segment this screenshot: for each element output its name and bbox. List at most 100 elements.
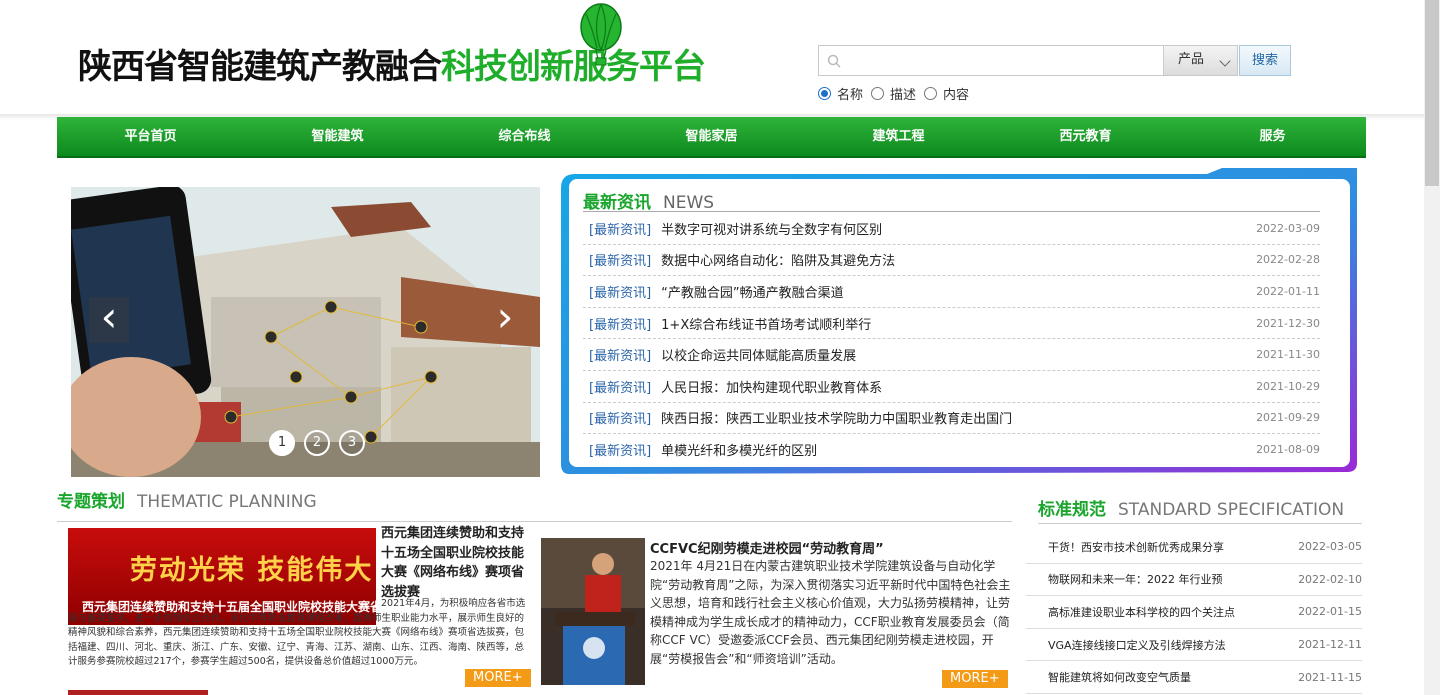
news-date: 2021-12-30 xyxy=(1256,316,1320,330)
news-title[interactable]: 陕西日报：陕西工业职业技术学院助力中国职业教育走出国门 xyxy=(661,408,1256,427)
news-tag[interactable]: [最新资讯] xyxy=(589,408,651,427)
list-item[interactable]: [最新资讯] “产教融合园”畅通产教融合渠道 2022-01-11 xyxy=(583,276,1320,308)
news-title[interactable]: “产教融合园”畅通产教融合渠道 xyxy=(661,282,1256,301)
list-item[interactable]: 物联网和未来一年：2022 年行业预 2022-02-10 xyxy=(1026,564,1362,597)
radio-content-label: 内容 xyxy=(943,88,970,103)
news-list: [最新资讯] 半数字可视对讲系统与全数字有何区别 2022-03-09 [最新资讯]… xyxy=(583,213,1320,466)
standard-item-title[interactable]: 高标准建设职业本科学校的四个关注点 xyxy=(1048,604,1298,620)
radio-description-indicator[interactable] xyxy=(871,87,885,100)
news-tag[interactable]: [最新资讯] xyxy=(589,250,651,269)
article2-image[interactable] xyxy=(541,538,645,685)
standard-item-date: 2021-11-15 xyxy=(1298,670,1362,684)
slide-dot-2[interactable]: 2 xyxy=(304,430,330,456)
news-title[interactable]: 半数字可视对讲系统与全数字有何区别 xyxy=(661,219,1256,238)
search-category-value: 产品 xyxy=(1178,52,1205,67)
list-item[interactable]: VGA连接线接口定义及引线焊接方法 2021-12-11 xyxy=(1026,629,1362,662)
radio-description[interactable]: 描述 xyxy=(871,84,916,103)
nav-item-cabling[interactable]: 综合布线 xyxy=(431,117,618,156)
list-item[interactable]: 高标准建设职业本科学校的四个关注点 2022-01-15 xyxy=(1026,596,1362,629)
list-item[interactable]: 智能建筑将如何改变空气质量 2021-11-15 xyxy=(1026,661,1362,694)
radio-name[interactable]: 名称 xyxy=(818,84,863,103)
news-date: 2022-01-11 xyxy=(1256,284,1320,298)
lecture-photo xyxy=(541,538,645,685)
standard-item-title[interactable]: 物联网和未来一年：2022 年行业预 xyxy=(1048,571,1298,587)
slide-next-button[interactable]: › xyxy=(485,296,525,343)
nav-item-smart-building[interactable]: 智能建筑 xyxy=(244,117,431,156)
standard-divider xyxy=(1038,523,1362,524)
radio-description-label: 描述 xyxy=(890,88,917,103)
search-category-select[interactable]: 产品 xyxy=(1163,46,1237,75)
image-slideshow[interactable]: ‹ › 1 2 3 xyxy=(71,187,540,477)
standard-item-date: 2022-01-15 xyxy=(1298,605,1362,619)
news-tag[interactable]: [最新资讯] xyxy=(589,377,651,396)
article1-more-button[interactable]: MORE+ xyxy=(465,669,531,687)
standard-item-title[interactable]: 智能建筑将如何改变空气质量 xyxy=(1048,669,1298,685)
thematic-divider xyxy=(57,521,1012,522)
page: 陕西省智能建筑产教融合 科技创新服务平台 产品 搜索 名称 描述 内容 平台首页… xyxy=(0,0,1440,695)
balloon-logo-icon xyxy=(580,3,622,66)
news-date: 2022-02-28 xyxy=(1256,253,1320,267)
list-item[interactable]: 干货！西安市技术创新优秀成果分享 2022-03-05 xyxy=(1026,531,1362,564)
radio-content[interactable]: 内容 xyxy=(924,84,969,103)
news-date: 2022-03-09 xyxy=(1256,221,1320,235)
list-item[interactable]: [最新资讯] 单模光纤和多模光纤的区别 2021-08-09 xyxy=(583,434,1320,466)
article2-title[interactable]: CCFVC纪刚劳模走进校园“劳动教育周” xyxy=(650,538,884,557)
news-title[interactable]: 1+X综合布线证书首场考试顺利举行 xyxy=(661,314,1256,333)
nav-item-xiyuan-education[interactable]: 西元教育 xyxy=(992,117,1179,156)
radio-name-indicator[interactable] xyxy=(818,87,831,100)
news-title[interactable]: 以校企命运共同体赋能高质量发展 xyxy=(661,345,1256,364)
standard-item-title[interactable]: VGA连接线接口定义及引线焊接方法 xyxy=(1048,637,1298,653)
news-title[interactable]: 单模光纤和多模光纤的区别 xyxy=(661,440,1256,459)
list-item[interactable]: [最新资讯] 半数字可视对讲系统与全数字有何区别 2022-03-09 xyxy=(583,213,1320,245)
news-tag[interactable]: [最新资讯] xyxy=(589,314,651,333)
standard-item-date: 2021-12-11 xyxy=(1298,638,1362,652)
slide-prev-button[interactable]: ‹ xyxy=(89,296,129,343)
news-title-cn: 最新资讯 xyxy=(583,193,651,213)
search-button[interactable]: 搜索 xyxy=(1239,45,1291,76)
article1-title[interactable]: 西元集团连续赞助和支持十五场全国职业院校技能大赛《网络布线》赛项省选拔赛 xyxy=(381,524,531,602)
thematic-title-cn: 专题策划 xyxy=(57,492,125,512)
news-date: 2021-09-29 xyxy=(1256,411,1320,425)
article2-body: 2021年 4月21日在内蒙古建筑职业技术学院建筑设备与自动化学院“劳动教育周”… xyxy=(650,559,1011,666)
slide-dot-1[interactable]: 1 xyxy=(269,430,295,456)
news-tag[interactable]: [最新资讯] xyxy=(589,219,651,238)
site-header: 陕西省智能建筑产教融合 科技创新服务平台 产品 搜索 名称 描述 内容 xyxy=(0,0,1424,115)
standard-item-title[interactable]: 干货！西安市技术创新优秀成果分享 xyxy=(1048,539,1298,555)
chevron-down-icon xyxy=(1219,55,1231,67)
list-item[interactable]: [最新资讯] 陕西日报：陕西工业职业技术学院助力中国职业教育走出国门 2021-09… xyxy=(583,403,1320,435)
news-tag[interactable]: [最新资讯] xyxy=(589,440,651,459)
article3-image-partial[interactable] xyxy=(68,690,208,695)
nav-item-service[interactable]: 服务 xyxy=(1179,117,1366,156)
thematic-heading: 专题策划 THEMATIC PLANNING xyxy=(57,487,317,512)
standard-item-date: 2022-03-05 xyxy=(1298,540,1362,554)
news-tag[interactable]: [最新资讯] xyxy=(589,282,651,301)
thematic-title-en: THEMATIC PLANNING xyxy=(137,492,317,512)
news-title[interactable]: 人民日报：加快构建现代职业教育体系 xyxy=(661,377,1256,396)
news-divider xyxy=(583,211,1320,212)
radio-content-indicator[interactable] xyxy=(924,87,938,100)
nav-item-home[interactable]: 平台首页 xyxy=(57,117,244,156)
slide-dot-3[interactable]: 3 xyxy=(339,430,365,456)
standard-title-en: STANDARD SPECIFICATION xyxy=(1118,500,1345,520)
article1-image-slogan: 劳动光荣 技能伟大 xyxy=(130,555,374,586)
radio-name-label: 名称 xyxy=(837,88,864,103)
list-item[interactable]: [最新资讯] 1+X综合布线证书首场考试顺利举行 2021-12-30 xyxy=(583,308,1320,340)
nav-item-construction[interactable]: 建筑工程 xyxy=(805,117,992,156)
news-title[interactable]: 数据中心网络自动化：陷阱及其避免方法 xyxy=(661,250,1256,269)
news-heading: 最新资讯 NEWS xyxy=(583,188,714,213)
search-icon xyxy=(827,54,841,68)
nav-item-smart-home[interactable]: 智能家居 xyxy=(618,117,805,156)
article2-more-button[interactable]: MORE+ xyxy=(942,670,1008,688)
slide-dots: 1 2 3 xyxy=(269,430,374,456)
search-input[interactable] xyxy=(849,49,1179,73)
list-item[interactable]: [最新资讯] 数据中心网络自动化：陷阱及其避免方法 2022-02-28 xyxy=(583,245,1320,277)
search-scope-radios: 名称 描述 内容 xyxy=(818,84,977,103)
list-item[interactable]: [最新资讯] 以校企命运共同体赋能高质量发展 2021-11-30 xyxy=(583,339,1320,371)
standard-heading: 标准规范 STANDARD SPECIFICATION xyxy=(1038,495,1344,520)
logo-text-accent: 科技创新服务平台 xyxy=(441,46,706,87)
news-title-en: NEWS xyxy=(663,193,715,213)
scrollbar-thumb[interactable] xyxy=(1425,0,1439,186)
news-tag[interactable]: [最新资讯] xyxy=(589,345,651,364)
list-item[interactable]: [最新资讯] 人民日报：加快构建现代职业教育体系 2021-10-29 xyxy=(583,371,1320,403)
news-date: 2021-11-30 xyxy=(1256,348,1320,362)
